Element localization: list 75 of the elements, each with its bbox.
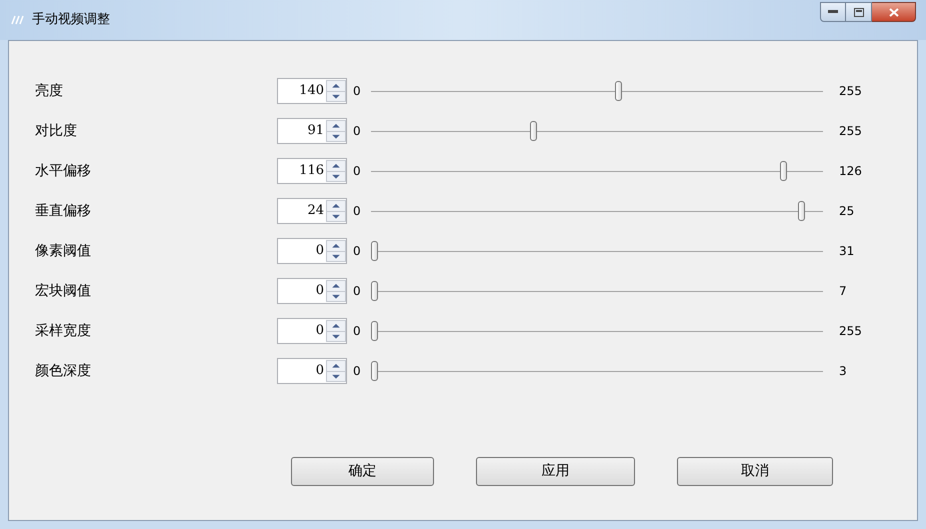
spin-value: 0 — [314, 322, 325, 340]
slider-track[interactable] — [371, 201, 823, 221]
spin-value: 91 — [306, 122, 325, 140]
slider-track[interactable] — [371, 361, 823, 381]
spin-value: 116 — [298, 162, 325, 180]
slider-thumb[interactable] — [371, 321, 378, 341]
spin-value: 140 — [298, 82, 325, 100]
field-label: 对比度 — [34, 122, 78, 140]
down-arrow-icon[interactable] — [327, 370, 345, 381]
spin-value: 24 — [306, 202, 325, 220]
max-label: 255 — [838, 83, 862, 100]
slider-thumb[interactable] — [371, 281, 378, 301]
close-button[interactable] — [872, 2, 916, 22]
max-label: 25 — [838, 203, 854, 220]
max-label: 126 — [838, 163, 862, 180]
spin-value: 0 — [314, 242, 325, 260]
slider-track[interactable] — [371, 321, 823, 341]
slider-thumb[interactable] — [371, 361, 378, 381]
spin-box[interactable]: 140 — [277, 78, 347, 104]
spin-box[interactable]: 0 — [277, 358, 347, 384]
spin-box[interactable]: 0 — [277, 278, 347, 304]
down-arrow-icon[interactable] — [327, 290, 345, 301]
spin-value: 0 — [314, 282, 325, 300]
down-arrow-icon[interactable] — [327, 250, 345, 261]
slider-track[interactable] — [371, 121, 823, 141]
slider-track[interactable] — [371, 161, 823, 181]
max-label: 255 — [838, 123, 862, 140]
down-arrow-icon[interactable] — [327, 170, 345, 181]
maximize-button[interactable] — [846, 2, 872, 22]
spin-box[interactable]: 0 — [277, 238, 347, 264]
minimize-icon — [828, 10, 838, 14]
min-label: 0 — [352, 163, 362, 180]
down-arrow-icon[interactable] — [327, 330, 345, 341]
max-label: 3 — [838, 363, 847, 380]
app-icon — [10, 14, 26, 25]
slider-thumb[interactable] — [798, 201, 806, 221]
dialog-button[interactable]: 确定 — [291, 457, 434, 486]
field-label: 宏块阈值 — [34, 282, 92, 300]
max-label: 31 — [838, 243, 854, 260]
slider-thumb[interactable] — [530, 121, 537, 141]
close-icon — [888, 8, 898, 16]
min-label: 0 — [352, 123, 362, 140]
spin-box[interactable]: 0 — [277, 318, 347, 344]
slider-track[interactable] — [371, 281, 823, 301]
slider-thumb[interactable] — [371, 241, 378, 261]
max-label: 255 — [838, 323, 862, 340]
min-label: 0 — [352, 83, 362, 100]
minimize-button[interactable] — [820, 2, 846, 22]
min-label: 0 — [352, 283, 362, 300]
dialog-button[interactable]: 应用 — [476, 457, 635, 486]
spin-box[interactable]: 116 — [277, 158, 347, 184]
down-arrow-icon[interactable] — [327, 210, 345, 221]
field-label: 垂直偏移 — [34, 202, 92, 220]
field-label: 颜色深度 — [34, 362, 92, 380]
field-label: 采样宽度 — [34, 322, 92, 340]
window-title: 手动视频调整 — [32, 11, 110, 29]
max-label: 7 — [838, 283, 847, 300]
spin-value: 0 — [314, 362, 325, 380]
down-arrow-icon[interactable] — [327, 130, 345, 141]
spin-box[interactable]: 24 — [277, 198, 347, 224]
field-label: 亮度 — [34, 82, 64, 100]
field-label: 水平偏移 — [34, 162, 92, 180]
slider-thumb[interactable] — [780, 161, 788, 181]
slider-track[interactable] — [371, 81, 823, 101]
field-label: 像素阈值 — [34, 242, 92, 260]
down-arrow-icon[interactable] — [327, 90, 345, 101]
min-label: 0 — [352, 203, 362, 220]
maximize-icon — [854, 8, 864, 16]
min-label: 0 — [352, 323, 362, 340]
slider-thumb[interactable] — [615, 81, 622, 101]
spin-box[interactable]: 91 — [277, 118, 347, 144]
min-label: 0 — [352, 363, 362, 380]
min-label: 0 — [352, 243, 362, 260]
dialog-button[interactable]: 取消 — [677, 457, 833, 486]
slider-track[interactable] — [371, 241, 823, 261]
